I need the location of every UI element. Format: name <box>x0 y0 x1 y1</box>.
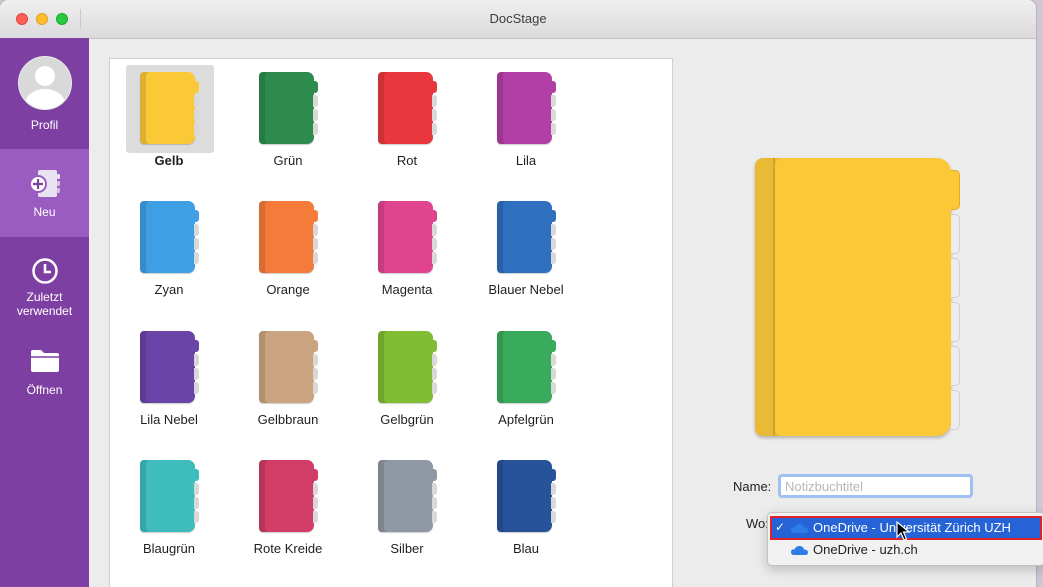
folder-icon <box>30 350 59 372</box>
notebook-color-label: Gelbbraun <box>257 412 319 427</box>
location-option-label: OneDrive - Universität Zürich UZH <box>813 520 1011 535</box>
sidebar-item-recent[interactable]: Zuletzt verwendet <box>0 237 89 333</box>
notebook-color-option[interactable]: Lila Nebel <box>110 318 228 438</box>
notebook-icon <box>245 194 333 282</box>
notebook-color-grid: Gelb Grün Rot Lila Zyan Orange Magenta Blauer N… <box>109 58 673 587</box>
notebook-icon <box>126 453 214 541</box>
mouse-pointer-icon <box>896 521 910 541</box>
notebook-color-label: Magenta <box>381 282 433 297</box>
notebook-color-option[interactable]: Magenta <box>348 188 466 308</box>
notebook-color-label: Orange <box>266 282 310 297</box>
notebook-color-option[interactable]: Apfelgrün <box>467 318 585 438</box>
notebook-name-input[interactable] <box>778 474 973 498</box>
sidebar-item-profile[interactable]: Profil <box>0 38 89 149</box>
notebook-color-label: Grün <box>273 153 303 168</box>
notebook-color-option[interactable]: Grün <box>229 59 347 179</box>
notebook-color-option[interactable]: Zyan <box>110 188 228 308</box>
sidebar-item-label: Profil <box>30 118 59 132</box>
window-title: DocStage <box>489 11 547 26</box>
sidebar-item-new[interactable]: Neu <box>0 149 89 237</box>
sidebar-item-label: Zuletzt verwendet <box>16 290 73 318</box>
sidebar-item-label: Öffnen <box>26 383 63 397</box>
notebook-color-option[interactable]: Rot <box>348 59 466 179</box>
notebook-color-label: Rote Kreide <box>253 541 323 556</box>
notebook-preview-tabs <box>951 170 960 434</box>
title-bar: DocStage <box>0 0 1036 39</box>
notebook-color-label: Zyan <box>154 282 184 297</box>
avatar <box>17 56 72 110</box>
notebook-color-option[interactable]: Lila <box>467 59 585 179</box>
sidebar-item-open[interactable]: Öffnen <box>0 333 89 423</box>
notebook-icon <box>483 65 571 153</box>
location-option-label: OneDrive - uzh.ch <box>813 542 918 557</box>
notebook-color-label: Blau <box>512 541 540 556</box>
location-option-uzh-ch[interactable]: OneDrive - uzh.ch <box>771 539 1041 561</box>
notebook-color-option[interactable]: Silber <box>348 447 466 567</box>
notebook-color-label: Gelbgrün <box>380 412 434 427</box>
notebook-icon <box>483 194 571 282</box>
sidebar: Profil Neu Zuletzt verwendet Öffnen <box>0 38 89 587</box>
name-label: Name: <box>733 479 772 494</box>
notebook-color-label: Blauer Nebel <box>488 282 564 297</box>
notebook-icon <box>126 194 214 282</box>
app-window: DocStage Profil Neu Zuletzt verwendet Öf… <box>0 0 1036 587</box>
notebook-icon <box>245 324 333 412</box>
notebook-preview <box>755 158 960 436</box>
notebook-icon <box>364 65 452 153</box>
notebook-color-label: Rot <box>396 153 418 168</box>
notebook-color-option[interactable]: Blaugrün <box>110 447 228 567</box>
sidebar-item-label: Neu <box>33 205 56 219</box>
notebook-icon <box>364 194 452 282</box>
notebook-icon <box>126 324 214 412</box>
notebook-color-option[interactable]: Rote Kreide <box>229 447 347 567</box>
notebook-icon <box>126 65 214 153</box>
notebook-color-label: Blaugrün <box>142 541 196 556</box>
clock-icon <box>31 258 58 284</box>
location-label: Wo: <box>746 516 769 531</box>
notebook-preview-cover <box>755 158 951 436</box>
notebook-color-option[interactable]: Blauer Nebel <box>467 188 585 308</box>
notebook-color-option[interactable]: Orange <box>229 188 347 308</box>
notebook-color-label: Apfelgrün <box>498 412 554 427</box>
onedrive-cloud-icon <box>791 523 808 533</box>
notebook-icon <box>364 324 452 412</box>
notebook-color-option[interactable]: Gelb <box>110 59 228 179</box>
notebook-color-option[interactable]: Blau <box>467 447 585 567</box>
notebook-color-option[interactable]: Gelbbraun <box>229 318 347 438</box>
notebook-color-option[interactable]: Gelbgrün <box>348 318 466 438</box>
notebook-icon <box>483 324 571 412</box>
onedrive-cloud-icon <box>791 545 808 555</box>
notebook-icon <box>245 65 333 153</box>
notebook-icon <box>483 453 571 541</box>
checkmark-icon: ✓ <box>775 520 786 534</box>
notebook-icon <box>364 453 452 541</box>
new-notebook-icon <box>28 170 60 197</box>
notebook-icon <box>245 453 333 541</box>
notebook-color-label: Lila <box>515 153 537 168</box>
notebook-color-label: Gelb <box>154 153 184 168</box>
notebook-color-label: Lila Nebel <box>140 412 198 427</box>
notebook-color-label: Silber <box>390 541 424 556</box>
